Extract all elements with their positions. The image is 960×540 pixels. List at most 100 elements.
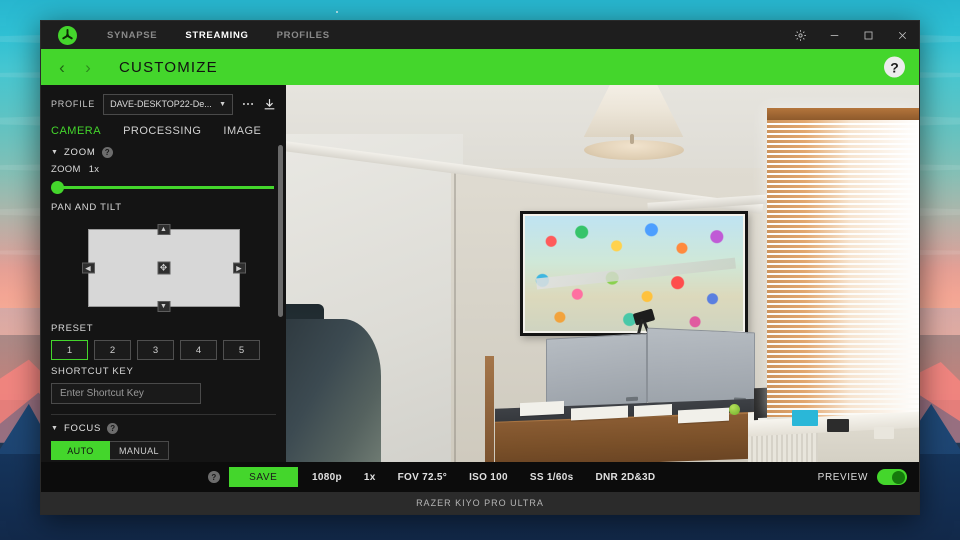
preset-button-5[interactable]: 5 (223, 340, 260, 360)
scene-blind-slat (767, 224, 919, 228)
scene-blind-slat (767, 364, 919, 368)
scene-blind-slat (767, 259, 919, 263)
close-icon[interactable] (885, 21, 919, 49)
maximize-icon[interactable] (851, 21, 885, 49)
scene-blind-slat (767, 344, 919, 348)
scene-blind-slat (767, 139, 919, 143)
preset-button-2[interactable]: 2 (94, 340, 131, 360)
zoom-field-label: ZOOM 1x (51, 164, 276, 175)
camera-stats: 1080p 1x FOV 72.5° ISO 100 SS 1/60s DNR … (312, 472, 655, 483)
nav-back-button[interactable]: ‹ (49, 59, 75, 76)
gear-icon[interactable] (783, 21, 817, 49)
scene-blind-slat (767, 294, 919, 298)
sidebar-scrollbar[interactable] (278, 137, 283, 450)
preview-toggle[interactable] (877, 469, 907, 485)
zoom-section-title: ZOOM (63, 147, 96, 158)
scene-blind-slat (767, 174, 919, 178)
scene-blind-slat (767, 189, 919, 193)
scene-blind-slat (767, 394, 919, 398)
preset-button-3[interactable]: 3 (137, 340, 174, 360)
zoom-slider[interactable] (51, 180, 276, 194)
profile-dropdown[interactable]: DAVE-DESKTOP22-De... ▼ (103, 93, 233, 115)
tab-synapse[interactable]: SYNAPSE (93, 21, 171, 49)
focus-section-header[interactable]: ▼ FOCUS ? (51, 417, 276, 436)
arrow-up-icon[interactable]: ▲ (157, 224, 170, 235)
scene-blind-slat (767, 164, 919, 168)
scene-blind-slat (767, 274, 919, 278)
ellipsis-icon[interactable] (241, 97, 255, 111)
scene-blind-slat (767, 269, 919, 273)
tab-profiles[interactable]: PROFILES (263, 21, 344, 49)
pan-tilt-control[interactable]: ▲ ▼ ◀ ▶ ✥ (51, 219, 276, 317)
scene-blind-slat (767, 289, 919, 293)
pan-tilt-label: PAN AND TILT (51, 202, 122, 213)
scene-blind-slat (767, 389, 919, 393)
scene-window (767, 107, 919, 417)
scene-blind-slat (767, 319, 919, 323)
scene-blind-slat (767, 249, 919, 253)
scene-blind-slat (767, 349, 919, 353)
preview-toggle-group: PREVIEW (818, 469, 907, 485)
arrow-left-icon[interactable]: ◀ (81, 262, 95, 274)
pan-tilt-viewport[interactable]: ▲ ▼ ◀ ▶ ✥ (81, 224, 246, 312)
download-icon[interactable] (263, 98, 276, 111)
move-center-icon[interactable]: ✥ (157, 261, 170, 275)
zoom-slider-knob[interactable] (51, 181, 64, 194)
focus-help-icon[interactable]: ? (107, 423, 119, 434)
page-title: CUSTOMIZE (119, 58, 218, 76)
preview-toggle-knob (892, 470, 905, 484)
scene-monitor-logo (625, 396, 638, 401)
sidebar-scroll-area: ▼ ZOOM ? ZOOM 1x PAN AND TILT ▲ ▼ ◀ ▶ ✥ … (41, 141, 286, 462)
minimize-icon[interactable] (817, 21, 851, 49)
scene-blind-slat (767, 244, 919, 248)
arrow-right-icon[interactable]: ▶ (232, 262, 246, 274)
focus-mode-manual[interactable]: MANUAL (110, 441, 169, 460)
zoom-help-icon[interactable]: ? (101, 147, 113, 158)
scene-blind-slat (767, 354, 919, 358)
preset-button-1[interactable]: 1 (51, 340, 88, 360)
scene-wall-corner (453, 167, 456, 462)
bottom-toolbar-left: ? SAVE (53, 467, 298, 487)
scene-blind-slat (767, 134, 919, 138)
scene-blind-slat (767, 264, 919, 268)
zoom-section-header[interactable]: ▼ ZOOM ? (51, 141, 276, 160)
scene-blind-slat (767, 324, 919, 328)
subtab-processing[interactable]: PROCESSING (123, 125, 223, 137)
scene-sill-item (873, 427, 894, 440)
subtab-camera[interactable]: CAMERA (51, 125, 123, 137)
shortcut-key-input[interactable]: Enter Shortcut Key (51, 383, 201, 404)
scene-blind-slat (767, 154, 919, 158)
stat-fov: FOV 72.5° (397, 471, 448, 483)
preset-label: PRESET (51, 323, 94, 334)
razer-synapse-window: SYNAPSE STREAMING PROFILES ‹ › CUSTOMIZE… (40, 20, 920, 515)
scene-lampshade-interior (583, 139, 684, 160)
scene-blind-slat (767, 194, 919, 198)
bottom-help-icon[interactable]: ? (208, 471, 220, 483)
camera-preview-scene (286, 85, 919, 462)
settings-sidebar: PROFILE DAVE-DESKTOP22-De... ▼ CAMERA PR… (41, 85, 286, 462)
chevron-down-icon: ▼ (219, 100, 226, 108)
scene-monitor-right (646, 327, 755, 408)
window-titlebar: SYNAPSE STREAMING PROFILES (41, 21, 919, 49)
save-button[interactable]: SAVE (228, 467, 298, 487)
zoom-slider-track (55, 186, 274, 189)
bottom-toolbar: ? SAVE 1080p 1x FOV 72.5° ISO 100 SS 1/6… (41, 462, 919, 492)
tab-streaming[interactable]: STREAMING (171, 21, 262, 49)
profile-label: PROFILE (51, 99, 96, 109)
scene-blind-slat (767, 129, 919, 133)
zoom-field-value: 1x (88, 164, 100, 175)
scene-blind-slat (767, 199, 919, 203)
camera-preview (286, 85, 919, 462)
help-button[interactable]: ? (884, 56, 905, 78)
scene-blind-slat (767, 299, 919, 303)
arrow-down-icon[interactable]: ▼ (157, 301, 170, 312)
focus-section-title: FOCUS (63, 423, 102, 434)
scene-blind-slat (767, 254, 919, 258)
sidebar-scrollbar-thumb[interactable] (278, 145, 283, 317)
focus-mode-auto[interactable]: AUTO (51, 441, 110, 460)
nav-forward-button[interactable]: › (75, 59, 101, 76)
subtab-image[interactable]: IMAGE (223, 125, 283, 137)
preset-button-4[interactable]: 4 (180, 340, 217, 360)
scene-window-blinds (767, 107, 919, 417)
scene-blind-slat (767, 204, 919, 208)
